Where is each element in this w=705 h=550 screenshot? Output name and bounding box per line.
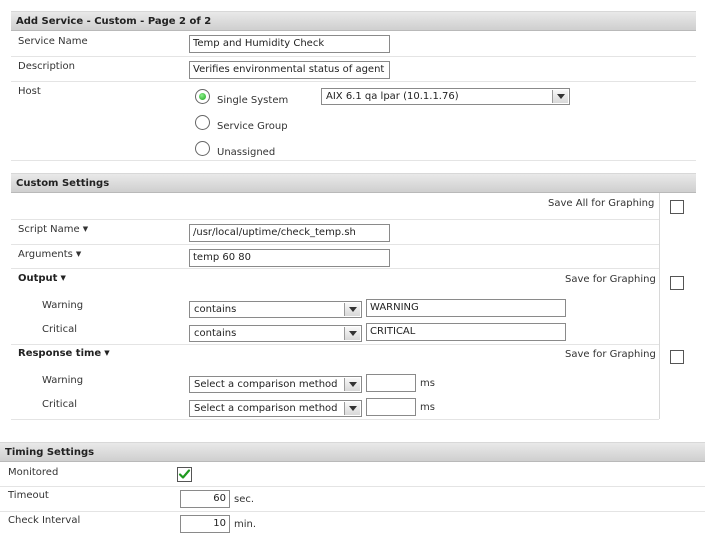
dropdown-arrow-icon: [344, 303, 360, 316]
divider: [0, 486, 705, 487]
response-save-graphing-label: Save for Graphing: [565, 349, 656, 360]
caret-down-icon: ▼: [60, 274, 66, 282]
description-label: Description: [18, 61, 75, 72]
output-critical-operator-select[interactable]: contains: [189, 325, 362, 342]
timeout-label: Timeout: [8, 490, 49, 501]
divider: [11, 219, 659, 220]
add-service-header: Add Service - Custom - Page 2 of 2: [11, 11, 696, 31]
graphing-column-divider: [659, 193, 660, 419]
output-critical-label: Critical: [42, 324, 77, 335]
output-label[interactable]: Output ▼: [18, 273, 66, 284]
response-time-text: Response time: [18, 348, 102, 359]
service-name-input[interactable]: Temp and Humidity Check: [189, 35, 390, 53]
output-save-graphing-checkbox[interactable]: [670, 276, 684, 290]
service-group-label: Service Group: [217, 121, 288, 132]
divider: [11, 56, 696, 57]
output-critical-operator-value: contains: [194, 328, 237, 339]
response-critical-operator-value: Select a comparison method: [194, 403, 338, 414]
single-system-label: Single System: [217, 95, 289, 106]
description-input[interactable]: Verifies environmental status of agent: [189, 61, 390, 79]
caret-down-icon: ▼: [82, 225, 89, 233]
arguments-text: Arguments: [18, 249, 73, 260]
custom-settings-header: Custom Settings: [11, 173, 696, 193]
response-warning-operator-select[interactable]: Select a comparison method: [189, 376, 362, 393]
dropdown-arrow-icon: [344, 402, 360, 415]
arguments-label[interactable]: Arguments ▼: [18, 249, 81, 260]
monitored-label: Monitored: [8, 467, 59, 478]
arguments-input[interactable]: temp 60 80: [189, 249, 390, 267]
dropdown-arrow-icon: [344, 327, 360, 340]
caret-down-icon: ▼: [75, 250, 82, 258]
response-warning-input[interactable]: [366, 374, 416, 392]
monitored-checkbox[interactable]: [177, 467, 192, 482]
radio-unassigned[interactable]: [195, 141, 210, 156]
check-interval-input[interactable]: 10: [180, 515, 230, 533]
divider: [11, 160, 696, 161]
checkmark-icon: [178, 469, 191, 479]
divider: [11, 344, 659, 345]
output-warning-label: Warning: [42, 300, 84, 311]
unassigned-label: Unassigned: [217, 147, 276, 158]
output-warning-operator-value: contains: [194, 304, 237, 315]
response-time-label[interactable]: Response time ▼: [18, 348, 110, 359]
response-warning-unit: ms: [420, 378, 435, 389]
output-save-graphing-label: Save for Graphing: [565, 274, 656, 285]
timeout-input[interactable]: 60: [180, 490, 230, 508]
timing-settings-header: Timing Settings: [0, 442, 705, 462]
output-warning-operator-select[interactable]: contains: [189, 301, 362, 318]
response-save-graphing-checkbox[interactable]: [670, 350, 684, 364]
response-warning-label: Warning: [42, 375, 84, 386]
caret-down-icon: ▼: [104, 349, 110, 357]
divider: [11, 81, 696, 82]
host-select-value: AIX 6.1 qa lpar (10.1.1.76): [326, 91, 459, 102]
response-critical-label: Critical: [42, 399, 77, 410]
dropdown-arrow-icon: [552, 90, 568, 103]
response-warning-operator-value: Select a comparison method: [194, 379, 338, 390]
save-all-graphing-checkbox[interactable]: [670, 200, 684, 214]
dropdown-arrow-icon: [344, 378, 360, 391]
check-interval-label: Check Interval: [8, 515, 81, 526]
save-all-graphing-label: Save All for Graphing: [548, 198, 655, 209]
response-critical-operator-select[interactable]: Select a comparison method: [189, 400, 362, 417]
script-name-input[interactable]: /usr/local/uptime/check_temp.sh: [189, 224, 390, 242]
output-text: Output: [18, 273, 58, 284]
timeout-unit: sec.: [234, 494, 255, 505]
custom-settings-title: Custom Settings: [16, 178, 110, 189]
check-interval-unit: min.: [234, 519, 257, 530]
divider: [11, 244, 659, 245]
divider: [11, 419, 659, 420]
script-name-label[interactable]: Script Name ▼: [18, 224, 88, 235]
radio-service-group[interactable]: [195, 115, 210, 130]
timing-settings-title: Timing Settings: [5, 447, 95, 458]
host-label: Host: [18, 86, 41, 97]
output-critical-input[interactable]: CRITICAL: [366, 323, 566, 341]
response-critical-unit: ms: [420, 402, 435, 413]
divider: [0, 511, 705, 512]
response-critical-input[interactable]: [366, 398, 416, 416]
service-name-label: Service Name: [18, 36, 88, 47]
output-warning-input[interactable]: WARNING: [366, 299, 566, 317]
page-title: Add Service - Custom - Page 2 of 2: [16, 16, 212, 27]
radio-single-system[interactable]: [195, 89, 210, 104]
divider: [11, 268, 659, 269]
host-system-select[interactable]: AIX 6.1 qa lpar (10.1.1.76): [321, 88, 570, 105]
script-name-text: Script Name: [18, 224, 80, 235]
